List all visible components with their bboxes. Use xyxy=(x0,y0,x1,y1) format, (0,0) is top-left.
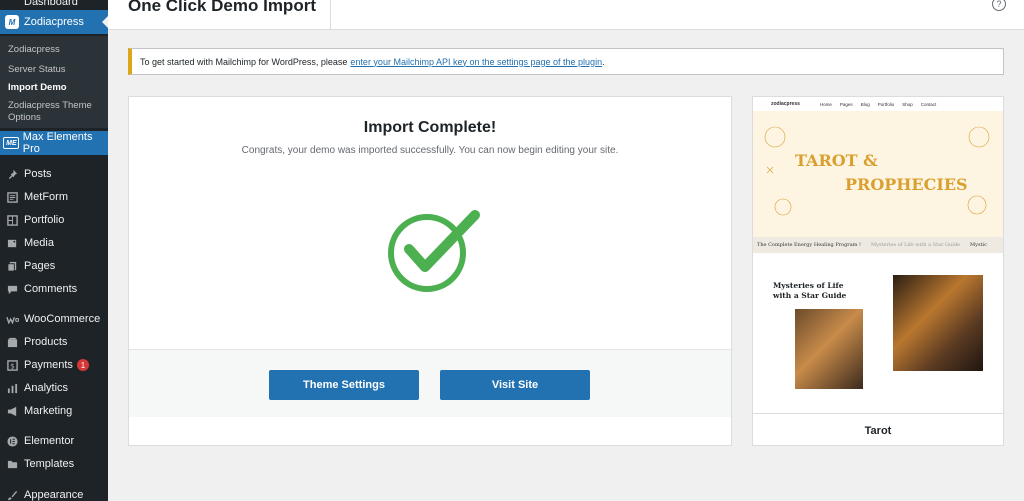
import-complete-message: Congrats, your demo was imported success… xyxy=(241,145,619,156)
sidebar-item-comments[interactable]: Comments xyxy=(0,277,108,301)
sidebar-item-payments[interactable]: $ Payments 1 xyxy=(0,353,108,377)
sidebar-item-max-elements[interactable]: ME Max Elements Pro xyxy=(0,131,108,155)
success-check-icon xyxy=(388,210,480,292)
mailchimp-settings-link[interactable]: enter your Mailchimp API key on the sett… xyxy=(350,57,602,67)
preview-logo: zodiacpress xyxy=(771,101,800,107)
megaphone-icon xyxy=(0,406,24,417)
sidebar-item-templates[interactable]: Templates xyxy=(0,452,108,476)
brush-icon xyxy=(0,490,24,501)
help-icon[interactable]: ? xyxy=(992,0,1006,11)
import-complete-card: Import Complete! Congrats, your demo was… xyxy=(128,96,732,446)
analytics-icon xyxy=(0,383,24,394)
submenu-item-server-status[interactable]: Server Status xyxy=(8,64,104,76)
preview-marquee: The Complete Energy Healing Program ! My… xyxy=(753,237,1003,253)
portfolio-icon xyxy=(0,214,24,226)
zodiac-decoration-right-icon xyxy=(967,126,990,215)
elementor-icon xyxy=(0,435,24,447)
sidebar-item-dashboard[interactable]: Dashboard xyxy=(0,0,108,8)
submenu-item-zodiacpress[interactable]: Zodiacpress xyxy=(8,44,104,56)
submenu-item-theme-options[interactable]: Zodiacpress Theme Options xyxy=(8,100,104,124)
visit-site-button[interactable]: Visit Site xyxy=(440,370,590,400)
pages-icon xyxy=(0,261,24,272)
sidebar-submenu: Zodiacpress Server Status Import Demo Zo… xyxy=(0,36,108,128)
preview-tarot-image-2 xyxy=(893,275,983,371)
zodiac-decoration-left-icon xyxy=(764,126,792,216)
notice-suffix: . xyxy=(602,56,605,67)
preview-section-title: Mysteries of Life with a Star Guide xyxy=(773,281,847,300)
svg-text:$: $ xyxy=(10,361,15,370)
preview-hero-title-1: TAROT & xyxy=(795,151,878,170)
sidebar-item-metform[interactable]: MetForm xyxy=(0,185,108,209)
form-icon xyxy=(0,191,24,203)
folder-icon xyxy=(0,459,24,470)
preview-caption[interactable]: Tarot xyxy=(753,413,1003,445)
pin-icon xyxy=(0,169,24,180)
sidebar-item-elementor[interactable]: Elementor xyxy=(0,429,108,453)
submenu-item-import-demo[interactable]: Import Demo xyxy=(8,82,104,94)
comment-icon xyxy=(0,284,24,295)
sidebar-item-analytics[interactable]: Analytics xyxy=(0,376,108,400)
sidebar-item-products[interactable]: Products xyxy=(0,330,108,354)
theme-settings-button[interactable]: Theme Settings xyxy=(269,370,419,400)
page-title: One Click Demo Import xyxy=(128,0,316,15)
sidebar-item-portfolio[interactable]: Portfolio xyxy=(0,208,108,232)
preview-nav: zodiacpress Home Pages Blog Portfolio Shop Co… xyxy=(753,97,1003,111)
woo-icon xyxy=(0,315,24,324)
import-complete-title: Import Complete! xyxy=(363,119,497,136)
sidebar-item-appearance[interactable]: Appearance xyxy=(0,483,108,501)
preview-section: Mysteries of Life with a Star Guide xyxy=(753,253,1003,413)
max-elements-logo-icon: ME xyxy=(0,137,23,149)
payments-count-badge: 1 xyxy=(76,359,89,371)
page-header: One Click Demo Import ? xyxy=(108,0,1024,30)
preview-hero: TAROT & PROPHECIES xyxy=(753,111,1003,237)
notice-text: To get started with Mailchimp for WordPr… xyxy=(140,56,348,67)
mailchimp-notice: To get started with Mailchimp for WordPr… xyxy=(128,48,1004,75)
zodiacpress-logo-icon: M xyxy=(0,15,24,29)
sidebar-item-label: Max Elements Pro xyxy=(22,131,93,155)
media-icon xyxy=(0,238,24,249)
products-icon xyxy=(0,337,24,348)
admin-sidebar: Dashboard M Zodiacpress Zodiacpress Serv… xyxy=(0,0,108,501)
sidebar-item-posts[interactable]: Posts xyxy=(0,162,108,186)
preview-nav-links: Home Pages Blog Portfolio Shop Contact xyxy=(819,101,937,107)
sidebar-item-label: Zodiacpress xyxy=(24,16,84,28)
demo-preview-card: zodiacpress Home Pages Blog Portfolio Shop Co… xyxy=(752,96,1004,446)
header-divider xyxy=(330,0,331,30)
preview-tarot-image-1 xyxy=(795,309,863,389)
card-actions: Theme Settings Visit Site xyxy=(129,349,731,417)
sidebar-item-pages[interactable]: Pages xyxy=(0,254,108,278)
sidebar-item-zodiacpress[interactable]: M Zodiacpress xyxy=(0,10,108,34)
payments-icon: $ xyxy=(0,359,24,371)
sidebar-item-media[interactable]: Media xyxy=(0,231,108,255)
sidebar-item-woocommerce[interactable]: WooCommerce xyxy=(0,307,108,331)
sidebar-item-marketing[interactable]: Marketing xyxy=(0,399,108,423)
preview-hero-title-2: PROPHECIES xyxy=(845,175,968,194)
